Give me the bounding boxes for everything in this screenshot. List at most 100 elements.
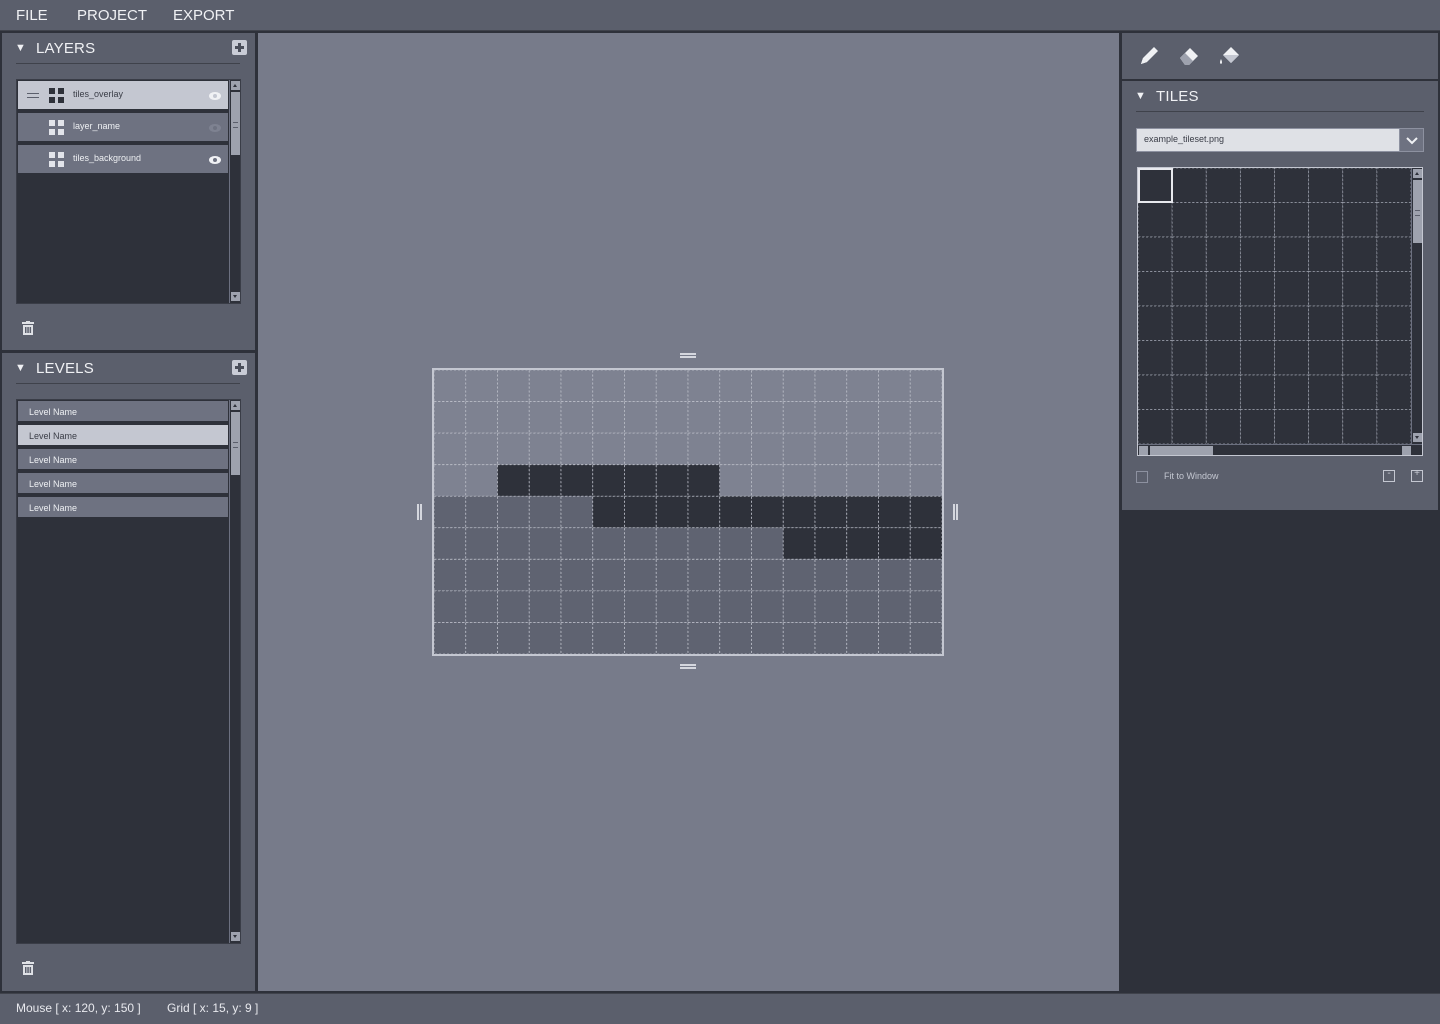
tileset-tile[interactable] (1138, 271, 1173, 307)
map-tile[interactable] (465, 401, 498, 434)
map-tile[interactable] (719, 527, 752, 560)
map-tile[interactable] (878, 432, 911, 466)
map-tile[interactable] (687, 558, 721, 592)
map-tile[interactable] (719, 464, 752, 497)
tileset-tile[interactable] (1308, 409, 1344, 445)
map-tile[interactable] (528, 590, 562, 623)
tileset-tile[interactable] (1138, 409, 1173, 445)
tileset-vscroll[interactable] (1411, 168, 1422, 444)
map-tile[interactable] (465, 495, 498, 529)
add-level-button[interactable] (232, 360, 247, 375)
tileset-tile[interactable] (1171, 271, 1207, 307)
map-tile[interactable] (434, 527, 467, 560)
map-tile[interactable] (719, 401, 752, 434)
scroll-thumb[interactable] (231, 92, 240, 155)
map-tile[interactable] (624, 527, 657, 560)
tileset-view[interactable] (1137, 167, 1423, 456)
fit-to-window-checkbox[interactable] (1136, 471, 1148, 483)
map-tile[interactable] (814, 590, 848, 623)
tileset-tile[interactable] (1239, 374, 1275, 410)
delete-level-icon[interactable] (22, 961, 34, 975)
fill-bucket-icon[interactable] (1217, 43, 1243, 69)
tileset-tile[interactable] (1239, 202, 1275, 238)
map-tile[interactable] (782, 464, 816, 497)
map-tile[interactable] (687, 432, 721, 466)
map-tile[interactable] (909, 464, 942, 497)
map-tile[interactable] (592, 370, 625, 402)
tileset-tile[interactable] (1239, 168, 1275, 203)
map-tile[interactable] (624, 622, 657, 654)
add-layer-button[interactable] (232, 40, 247, 55)
delete-layer-icon[interactable] (22, 321, 34, 335)
map-tile[interactable] (814, 464, 848, 497)
map-tile[interactable] (465, 558, 498, 592)
scroll-thumb[interactable] (231, 412, 240, 475)
tileset-tile[interactable] (1171, 236, 1207, 272)
tileset-tile[interactable] (1376, 271, 1411, 307)
map-tile[interactable] (878, 495, 911, 529)
map-tile[interactable] (528, 527, 562, 560)
tileset-tile[interactable] (1342, 374, 1378, 410)
map-tile[interactable] (751, 622, 784, 654)
map-tile[interactable] (592, 622, 625, 654)
collapse-tiles-icon[interactable]: ▼ (1135, 90, 1146, 102)
tileset-select[interactable]: example_tileset.png (1136, 128, 1424, 152)
map-tile[interactable] (560, 590, 594, 623)
tileset-tile[interactable] (1342, 236, 1378, 272)
map-tile[interactable] (814, 622, 848, 654)
tileset-tile[interactable] (1138, 202, 1173, 238)
map-tile[interactable] (560, 401, 594, 434)
tileset-tile[interactable] (1171, 374, 1207, 410)
tileset-tile[interactable] (1274, 271, 1310, 307)
scroll-thumb[interactable] (1150, 446, 1213, 455)
tileset-tile[interactable] (1376, 305, 1411, 341)
map-tile[interactable] (878, 590, 911, 623)
map-tile[interactable] (751, 495, 784, 529)
map-tile[interactable] (782, 370, 816, 402)
map-tile[interactable] (719, 622, 752, 654)
tileset-tile[interactable] (1274, 340, 1310, 376)
map-tile[interactable] (751, 527, 784, 560)
collapse-layers-icon[interactable]: ▼ (15, 42, 26, 54)
map-tile[interactable] (434, 622, 467, 654)
tileset-tile[interactable] (1239, 409, 1275, 445)
map-tile[interactable] (687, 527, 721, 560)
tileset-tile[interactable] (1376, 340, 1411, 376)
visibility-eye-icon[interactable] (209, 124, 221, 132)
map-tile[interactable] (497, 432, 530, 466)
map-tile[interactable] (719, 590, 752, 623)
map-tile[interactable] (909, 527, 942, 560)
map-tile[interactable] (782, 401, 816, 434)
map-tile[interactable] (719, 558, 752, 592)
tileset-tile[interactable] (1308, 305, 1344, 341)
map-tile[interactable] (655, 432, 689, 466)
tileset-tile[interactable] (1171, 168, 1207, 203)
map-tile[interactable] (592, 527, 625, 560)
map-tile[interactable] (592, 401, 625, 434)
tileset-tile[interactable] (1342, 409, 1378, 445)
map-tile[interactable] (497, 558, 530, 592)
map-tile[interactable] (434, 464, 467, 497)
map-tile[interactable] (751, 370, 784, 402)
map-tile[interactable] (560, 558, 594, 592)
tileset-tile[interactable] (1308, 202, 1344, 238)
map-tile[interactable] (624, 370, 657, 402)
tileset-tile[interactable] (1205, 168, 1241, 203)
map-tile[interactable] (465, 464, 498, 497)
map-tile[interactable] (560, 495, 594, 529)
map-tile[interactable] (528, 432, 562, 466)
map-tile[interactable] (655, 622, 689, 654)
map-tile[interactable] (624, 401, 657, 434)
visibility-eye-icon[interactable] (209, 92, 221, 100)
scroll-right-icon[interactable] (1402, 446, 1411, 455)
map-canvas[interactable] (258, 33, 1119, 991)
map-tile[interactable] (592, 432, 625, 466)
tileset-tile[interactable] (1274, 374, 1310, 410)
tileset-tile[interactable] (1308, 236, 1344, 272)
map-tile[interactable] (528, 495, 562, 529)
tileset-tile[interactable] (1138, 305, 1173, 341)
map-tile[interactable] (528, 370, 562, 402)
map-tile[interactable] (655, 401, 689, 434)
tileset-tile[interactable] (1274, 168, 1310, 203)
map-tile[interactable] (560, 464, 594, 497)
